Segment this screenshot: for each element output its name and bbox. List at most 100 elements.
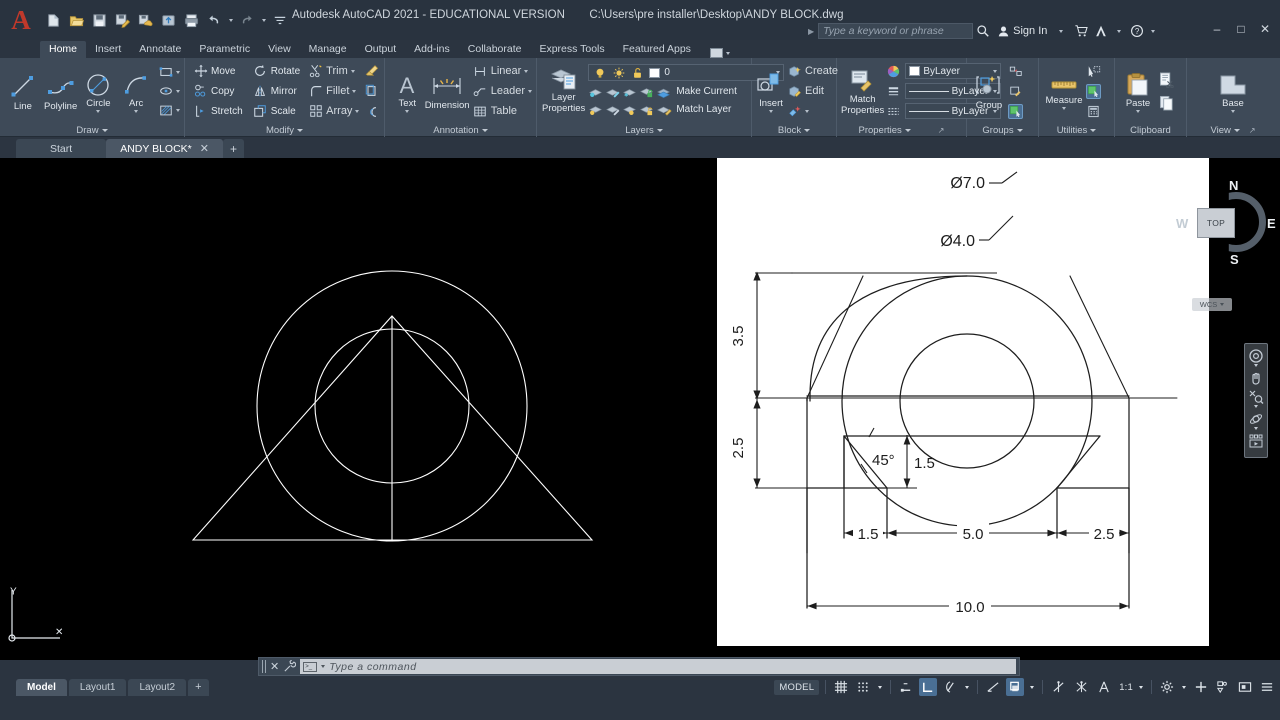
group-edit-button[interactable] <box>1008 82 1023 100</box>
leader-dropdown-arrow[interactable] <box>528 89 532 93</box>
layer-isolate-icon[interactable] <box>588 84 603 99</box>
tab-view[interactable]: View <box>259 41 300 58</box>
draw-ellipse-button[interactable] <box>158 82 180 100</box>
measure-button[interactable]: Measure <box>1043 73 1085 110</box>
rectangle-dropdown-arrow[interactable] <box>176 70 180 74</box>
ribbon-display-options[interactable] <box>709 48 730 58</box>
tab-collaborate[interactable]: Collaborate <box>459 41 531 58</box>
undo-icon[interactable] <box>203 9 225 31</box>
sign-in-dropdown-arrow[interactable] <box>1059 29 1064 33</box>
group-button[interactable]: Group <box>971 72 1007 111</box>
object-snap-toggle[interactable] <box>984 678 1002 696</box>
dynamic-ucs-toggle[interactable] <box>1006 678 1025 696</box>
navigation-bar[interactable] <box>1244 343 1268 458</box>
lineweight-toggle[interactable] <box>1072 678 1091 696</box>
panel-modify-title[interactable]: Modify <box>185 123 384 137</box>
edit-attribute-dropdown-arrow[interactable] <box>805 109 809 113</box>
block-edit-attribute-button[interactable] <box>787 102 838 120</box>
add-layout-button[interactable]: + <box>188 678 209 696</box>
color-wheel-icon[interactable] <box>886 64 901 79</box>
block-edit-button[interactable]: Edit <box>787 82 838 100</box>
ellipse-dropdown-arrow[interactable] <box>176 89 180 93</box>
workspace-dropdown-arrow[interactable] <box>1180 678 1188 696</box>
redo-dropdown-arrow[interactable] <box>259 18 268 22</box>
cart-icon[interactable] <box>1071 21 1091 41</box>
layout-tab-model[interactable]: Model <box>16 678 67 696</box>
undo-dropdown-arrow[interactable] <box>226 18 235 22</box>
file-tab-start[interactable]: Start <box>16 139 107 158</box>
base-view-button[interactable]: Base <box>1210 70 1256 113</box>
layer-on-icon[interactable] <box>605 102 620 117</box>
block-create-button[interactable]: Create <box>787 62 838 80</box>
save-as-icon[interactable] <box>111 9 133 31</box>
wcs-dropdown-arrow[interactable] <box>1220 303 1225 306</box>
draw-hatch-button[interactable] <box>158 101 180 119</box>
isolate-objects-icon[interactable] <box>1214 678 1232 696</box>
sun-icon[interactable] <box>611 65 626 80</box>
user-avatar-icon[interactable] <box>993 21 1013 41</box>
circle-dropdown-arrow[interactable] <box>96 109 101 113</box>
insert-dropdown-arrow[interactable] <box>769 109 773 113</box>
reference-drawing-image[interactable]: 3.5 2.5 Ø7.0 Ø4.0 45° 1.5 1.5 5.0 2.5 10… <box>717 158 1209 646</box>
help-dropdown-arrow[interactable] <box>1151 29 1156 33</box>
draw-rectangle-button[interactable] <box>158 63 180 81</box>
tab-manage[interactable]: Manage <box>300 41 356 58</box>
tab-annotate[interactable]: Annotate <box>130 41 190 58</box>
modify-stretch-button[interactable]: Stretch <box>191 102 245 120</box>
autodesk-account-icon[interactable] <box>1091 21 1111 41</box>
redo-icon[interactable] <box>236 9 258 31</box>
polar-tracking-toggle[interactable] <box>941 678 959 696</box>
tab-express-tools[interactable]: Express Tools <box>530 41 613 58</box>
command-bar-grip[interactable] <box>262 660 267 673</box>
open-icon[interactable] <box>65 9 87 31</box>
search-expand-arrow[interactable]: ▶ <box>808 27 814 36</box>
view-dialog-launcher[interactable]: ↗ <box>1249 124 1256 137</box>
close-icon[interactable]: ✕ <box>270 660 279 673</box>
command-prompt-icon[interactable]: >_ <box>303 661 318 672</box>
layer-color-swatch[interactable] <box>649 67 661 78</box>
panel-groups-title[interactable]: Groups <box>967 123 1038 137</box>
match-layer-icon[interactable] <box>656 102 673 117</box>
modify-copy-button[interactable]: Copy <box>191 82 245 100</box>
layout-tab-layout2[interactable]: Layout2 <box>128 678 187 696</box>
viewcube-top-face[interactable]: TOP <box>1197 208 1235 238</box>
customization-icon[interactable] <box>1258 678 1276 696</box>
ortho-mode-toggle[interactable] <box>919 678 938 696</box>
modify-mirror-button[interactable]: Mirror <box>251 82 302 100</box>
copy-clip-button[interactable] <box>1158 94 1175 112</box>
polar-dropdown-arrow[interactable] <box>963 678 971 696</box>
panel-clipboard-title[interactable]: Clipboard <box>1115 123 1186 137</box>
array-dropdown-arrow[interactable] <box>355 109 360 113</box>
tab-home[interactable]: Home <box>40 41 87 58</box>
arc-dropdown-arrow[interactable] <box>134 109 139 113</box>
modify-array-button[interactable]: Array <box>308 102 360 120</box>
command-bar[interactable]: ✕ >_ Type a command <box>258 657 1020 676</box>
make-current-icon[interactable] <box>656 84 673 99</box>
hardware-acceleration-icon[interactable] <box>1192 678 1210 696</box>
search-icon[interactable] <box>973 21 993 41</box>
sign-in-button[interactable]: Sign In <box>1013 25 1047 37</box>
properties-dialog-launcher[interactable]: ↗ <box>938 124 945 137</box>
model-space-button[interactable]: MODEL <box>774 679 820 695</box>
tab-addins[interactable]: Add-ins <box>405 41 459 58</box>
draw-circle-button[interactable]: Circle <box>80 70 118 113</box>
infer-constraints-toggle[interactable] <box>897 678 915 696</box>
annotation-table-button[interactable]: Table <box>473 102 532 120</box>
annotation-leader-button[interactable]: Leader <box>473 82 532 100</box>
command-input[interactable]: >_ Type a command <box>300 659 1016 674</box>
quick-select-button[interactable] <box>1086 62 1101 80</box>
modify-move-button[interactable]: Move <box>191 62 245 80</box>
maximize-button[interactable]: □ <box>1230 20 1252 38</box>
cloud-open-icon[interactable] <box>157 9 179 31</box>
draw-polyline-button[interactable]: Polyline <box>42 71 80 112</box>
minimize-button[interactable]: – <box>1206 20 1228 38</box>
layout-tab-layout1[interactable]: Layout1 <box>68 678 127 696</box>
unlock-icon[interactable] <box>630 65 645 80</box>
panel-properties-title[interactable]: Properties ↗ <box>837 123 966 137</box>
calculator-button[interactable] <box>1086 102 1101 120</box>
paste-dropdown-arrow[interactable] <box>1136 109 1140 113</box>
panel-block-title[interactable]: Block <box>752 123 836 137</box>
cut-button[interactable] <box>1158 71 1175 89</box>
annotation-scale-value[interactable]: 1:1 <box>1119 682 1133 693</box>
draw-arc-button[interactable]: Arc <box>117 70 155 113</box>
